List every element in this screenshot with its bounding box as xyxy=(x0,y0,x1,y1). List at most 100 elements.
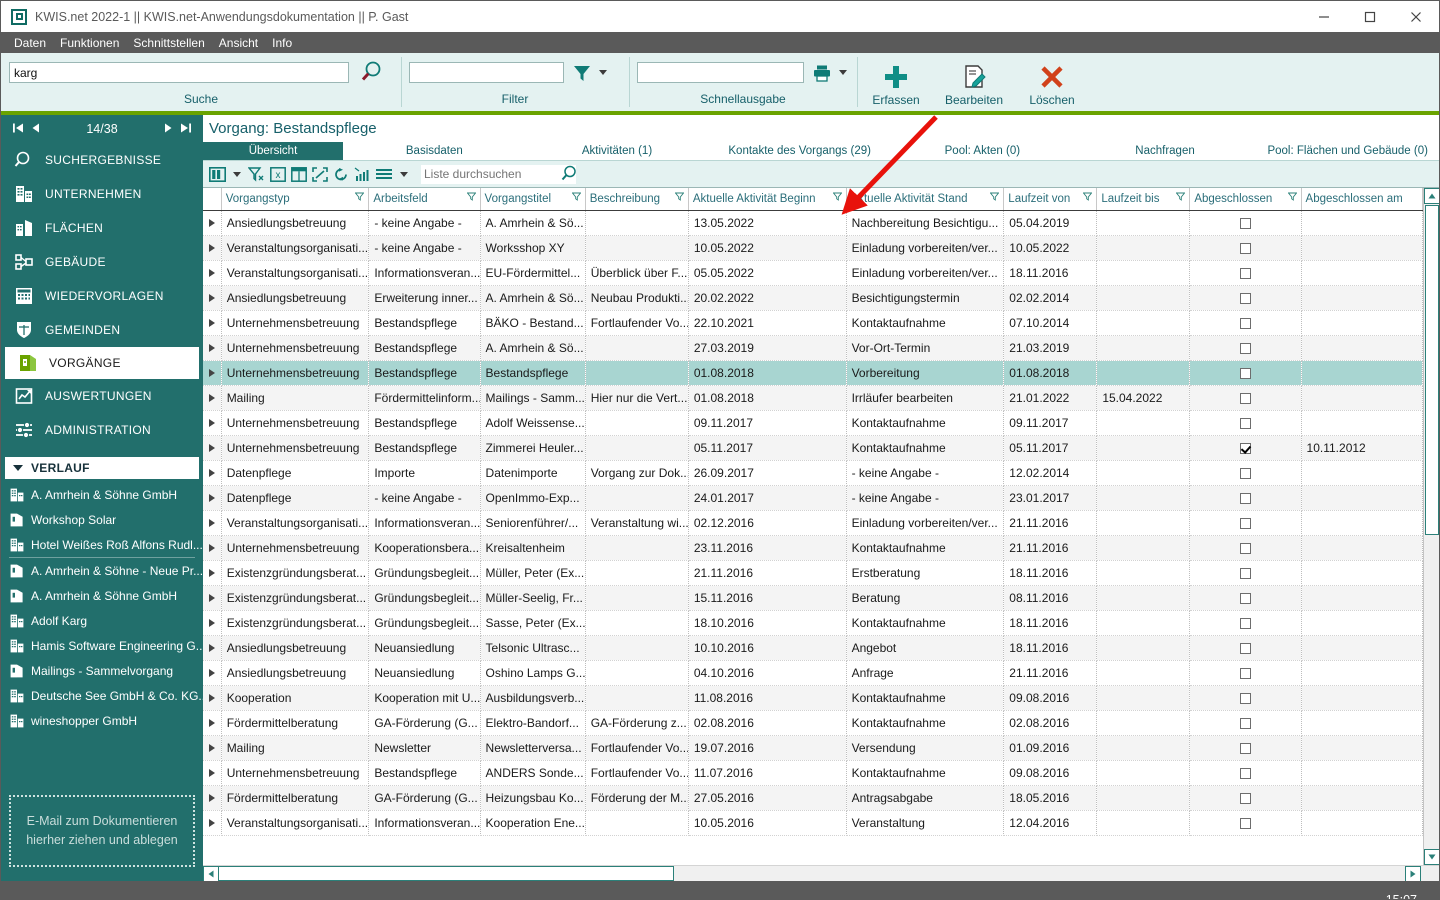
checkbox[interactable] xyxy=(1239,217,1251,229)
table-row[interactable]: Veranstaltungsorganisati... Informationsv… xyxy=(203,510,1423,536)
row-expander[interactable] xyxy=(203,660,222,686)
filter-input[interactable] xyxy=(409,62,564,83)
sidebar-item-administration[interactable]: ADMINISTRATION xyxy=(1,413,203,447)
col-header-vorgangstyp[interactable]: Vorgangstyp xyxy=(221,188,370,211)
horizontal-scrollbar[interactable] xyxy=(203,865,1439,882)
filter-icon[interactable] xyxy=(1175,192,1186,204)
table-row[interactable]: Unternehmensbetreuung Bestandspflege A. Am… xyxy=(203,335,1423,361)
cell-abgeschlossen-checkbox[interactable] xyxy=(1189,710,1302,736)
clear-filter-icon[interactable] xyxy=(248,166,265,182)
cell-abgeschlossen-checkbox[interactable] xyxy=(1189,585,1302,611)
pager-last-icon[interactable] xyxy=(177,121,195,138)
checkbox[interactable] xyxy=(1239,292,1251,304)
row-expander[interactable] xyxy=(203,335,222,361)
filter-icon[interactable] xyxy=(354,192,365,204)
checkbox[interactable] xyxy=(1239,342,1251,354)
menu-lines-icon[interactable] xyxy=(375,167,393,181)
filter-icon[interactable] xyxy=(571,192,582,204)
table-row[interactable]: Ansiedlungsbetreuung - keine Angabe - A. A… xyxy=(203,210,1423,236)
table-row[interactable]: Ansiedlungsbetreuung Erweiterung inner...… xyxy=(203,285,1423,311)
history-header[interactable]: VERLAUF xyxy=(5,457,199,479)
columns-dropdown-caret-icon[interactable] xyxy=(233,171,241,177)
col-header-laufzeit-von[interactable]: Laufzeit von xyxy=(1003,188,1098,211)
erfassen-button[interactable]: Erfassen xyxy=(863,53,929,107)
cell-abgeschlossen-checkbox[interactable] xyxy=(1189,735,1302,761)
sidebar-item-gemeinden[interactable]: GEMEINDEN xyxy=(1,313,203,347)
pager-prev-icon[interactable] xyxy=(27,121,45,138)
table-row[interactable]: Existenzgründungsberat... Gründungsbeglei… xyxy=(203,585,1423,611)
table-row[interactable]: Veranstaltungsorganisati... Informationsv… xyxy=(203,810,1423,836)
row-expander[interactable] xyxy=(203,610,222,636)
cell-abgeschlossen-checkbox[interactable] xyxy=(1189,760,1302,786)
filter-icon[interactable] xyxy=(989,192,1000,204)
table-row[interactable]: Veranstaltungsorganisati... Informationsv… xyxy=(203,260,1423,286)
grid-search-input[interactable] xyxy=(421,164,576,184)
checkbox[interactable] xyxy=(1239,792,1251,804)
table-row[interactable]: Unternehmensbetreuung Bestandspflege ANDER… xyxy=(203,760,1423,786)
email-dropzone[interactable]: E-Mail zum Dokumentieren hierher ziehen … xyxy=(9,795,195,867)
bearbeiten-button[interactable]: Bearbeiten xyxy=(941,53,1007,107)
row-expander[interactable] xyxy=(203,710,222,736)
scroll-right-button[interactable] xyxy=(1405,865,1421,882)
cell-abgeschlossen-checkbox[interactable] xyxy=(1189,285,1302,311)
history-item[interactable]: A. Amrhein & Söhne - Neue Pr... xyxy=(1,558,203,583)
menu-schnittstellen[interactable]: Schnittstellen xyxy=(126,34,211,52)
col-header-vorgangstitel[interactable]: Vorgangstitel xyxy=(480,188,586,211)
pivot-icon[interactable] xyxy=(291,166,307,182)
checkbox[interactable] xyxy=(1239,517,1251,529)
filter-icon[interactable] xyxy=(1287,192,1297,204)
row-expander[interactable] xyxy=(203,535,222,561)
row-expander[interactable] xyxy=(203,210,222,236)
col-header-abgeschlossen-am[interactable]: Abgeschlossen am xyxy=(1301,188,1423,211)
search-input[interactable] xyxy=(9,62,349,83)
print-dropdown-caret-icon[interactable] xyxy=(839,70,847,75)
table-row[interactable]: Fördermittelberatung GA-Förderung (G... El… xyxy=(203,710,1423,736)
grid-search-magnifier-icon[interactable] xyxy=(559,165,579,183)
sidebar-item-suchergebnisse[interactable]: SUCHERGEBNISSE xyxy=(1,143,203,177)
table-row[interactable]: Unternehmensbetreuung Kooperationsbera...… xyxy=(203,535,1423,561)
cell-abgeschlossen-checkbox[interactable] xyxy=(1189,360,1302,386)
checkbox[interactable] xyxy=(1239,392,1251,404)
table-row[interactable]: Ansiedlungsbetreuung Neuansiedlung Oshino … xyxy=(203,660,1423,686)
tab-pool-akten[interactable]: Pool: Akten (0) xyxy=(891,142,1074,160)
col-header-abgeschlossen[interactable]: Abgeschlossen xyxy=(1189,188,1302,211)
col-header-arbeitsfeld[interactable]: Arbeitsfeld xyxy=(368,188,481,211)
checkbox[interactable] xyxy=(1239,592,1251,604)
col-header-beschreibung[interactable]: Beschreibung xyxy=(585,188,689,211)
sidebar-item-auswertungen[interactable]: AUSWERTUNGEN xyxy=(1,379,203,413)
pager-first-icon[interactable] xyxy=(9,121,27,138)
checkbox[interactable] xyxy=(1239,367,1251,379)
quick-output-input[interactable] xyxy=(637,62,804,83)
menu-ansicht[interactable]: Ansicht xyxy=(212,34,265,52)
printer-icon[interactable] xyxy=(812,63,832,83)
row-expander[interactable] xyxy=(203,385,222,411)
table-row[interactable]: Datenpflege - keine Angabe - OpenImmo-Exp.… xyxy=(203,485,1423,511)
filter-funnel-icon[interactable] xyxy=(572,63,592,83)
row-expander[interactable] xyxy=(203,685,222,711)
history-item[interactable]: Adolf Karg xyxy=(1,608,203,633)
search-magnifier-icon[interactable] xyxy=(357,60,385,86)
expand-icon[interactable] xyxy=(312,166,328,182)
loeschen-button[interactable]: Löschen xyxy=(1019,53,1085,107)
minimize-button[interactable] xyxy=(1301,1,1347,32)
sidebar-item-flaechen[interactable]: FLÄCHEN xyxy=(1,211,203,245)
checkbox[interactable] xyxy=(1239,317,1251,329)
close-button[interactable] xyxy=(1393,1,1439,32)
history-item[interactable]: Workshop Solar xyxy=(1,507,203,532)
checkbox[interactable] xyxy=(1239,767,1251,779)
checkbox[interactable] xyxy=(1239,617,1251,629)
checkbox[interactable] xyxy=(1239,492,1251,504)
cell-abgeschlossen-checkbox[interactable] xyxy=(1189,260,1302,286)
cell-abgeschlossen-checkbox[interactable] xyxy=(1189,610,1302,636)
row-expander[interactable] xyxy=(203,735,222,761)
chart-bars-icon[interactable] xyxy=(354,167,370,182)
excel-export-icon[interactable]: x xyxy=(270,166,286,182)
table-row[interactable]: Unternehmensbetreuung Bestandspflege Besta… xyxy=(203,360,1423,386)
checkbox[interactable] xyxy=(1239,242,1251,254)
checkbox[interactable] xyxy=(1239,717,1251,729)
row-expander[interactable] xyxy=(203,510,222,536)
col-header-aktuelle-aktivitaet-beginn[interactable]: Aktuelle Aktivität Beginn xyxy=(688,188,847,211)
refresh-icon[interactable] xyxy=(333,167,349,182)
sidebar-item-gebaeude[interactable]: GEBÄUDE xyxy=(1,245,203,279)
cell-abgeschlossen-checkbox[interactable] xyxy=(1189,560,1302,586)
